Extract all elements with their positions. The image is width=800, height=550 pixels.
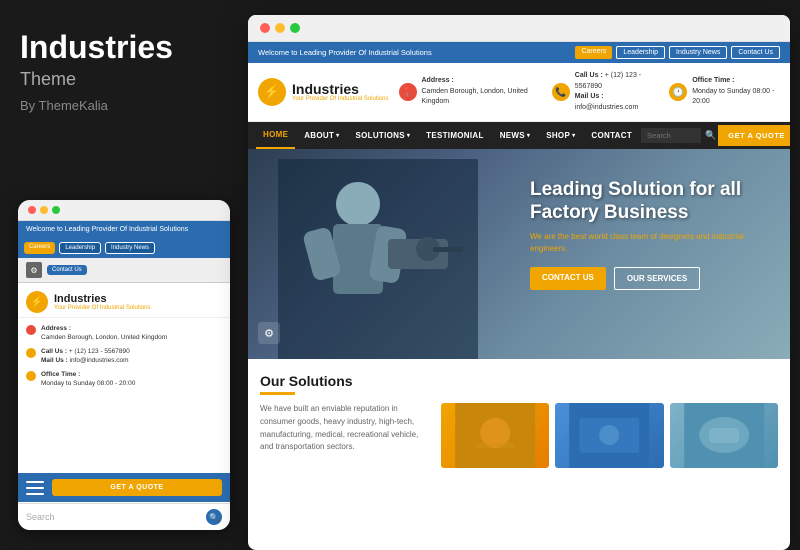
nav-contact[interactable]: CONTACT — [584, 123, 639, 148]
left-panel: Industries Theme By ThemeKalia Welcome t… — [0, 0, 248, 550]
site-topbar: Welcome to Leading Provider Of Industria… — [248, 42, 790, 63]
site-logo-icon: ⚡ — [258, 78, 286, 106]
topbar-leadership[interactable]: Leadership — [616, 46, 665, 59]
phone-icon — [26, 348, 36, 358]
nav-news[interactable]: NEWS ▾ — [493, 123, 538, 148]
site-hero: Leading Solution for all Factory Busines… — [248, 149, 790, 359]
header-location-icon: 📍 — [399, 83, 417, 101]
solutions-title: Our Solutions — [260, 373, 778, 389]
mobile-yellow-dot — [40, 206, 48, 214]
mobile-topbar: Welcome to Leading Provider Of Industria… — [18, 221, 230, 238]
mobile-time-text: Office Time : Monday to Sunday 08:00 - 2… — [41, 370, 135, 388]
mobile-time-row: Office Time : Monday to Sunday 08:00 - 2… — [26, 370, 222, 388]
mobile-logo-icon: ⚡ — [26, 291, 48, 313]
solution-image-1 — [441, 403, 549, 468]
hero-content: Leading Solution for all Factory Busines… — [530, 179, 770, 290]
header-phone-item: 📞 Call Us : + (12) 123 - 5567890 Mail Us… — [552, 71, 657, 113]
solutions-layout: We have built an enviable reputation in … — [260, 403, 778, 468]
nav-about[interactable]: ABOUT ▾ — [297, 123, 346, 148]
mobile-search-placeholder: Search — [26, 512, 55, 522]
mobile-address-text: Address : Camden Borough, London, United… — [41, 324, 167, 342]
nav-shop[interactable]: SHOP ▾ — [539, 123, 582, 148]
mobile-red-dot — [28, 206, 36, 214]
mobile-pill-industry-news[interactable]: Industry News — [105, 242, 155, 254]
mobile-nav-pills: Careers Leadership Industry News — [18, 238, 230, 258]
mobile-info-section: Address : Camden Borough, London, United… — [18, 318, 230, 400]
hero-subtitle: We are the best world class team of desi… — [530, 231, 770, 255]
desktop-traffic-lights — [248, 15, 790, 42]
mobile-mockup: Welcome to Leading Provider Of Industria… — [18, 200, 230, 530]
solution-image-3 — [670, 403, 778, 468]
hero-buttons: Contact Us Our Services — [530, 267, 770, 290]
mobile-quote-button[interactable]: GET A QUOTE — [52, 479, 222, 496]
solutions-section: Our Solutions We have built an enviable … — [248, 359, 790, 478]
mobile-logo-name: Industries — [54, 293, 151, 305]
mobile-pill-leadership[interactable]: Leadership — [59, 242, 101, 254]
site-nav: HOME ABOUT ▾ SOLUTIONS ▾ TESTIMONIAL NEW… — [248, 122, 790, 149]
mobile-address-row: Address : Camden Borough, London, United… — [26, 324, 222, 342]
nav-solutions[interactable]: SOLUTIONS ▾ — [348, 123, 417, 148]
mobile-search-bar: Search 🔍 — [18, 503, 230, 530]
mobile-call-text: Call Us : + (12) 123 - 5567890 Mail Us :… — [41, 347, 130, 365]
clock-icon — [26, 371, 36, 381]
nav-search-input[interactable] — [641, 128, 701, 143]
header-time-text: Office Time : Monday to Sunday 08:00 - 2… — [692, 76, 780, 108]
mobile-logo-tagline: Your Provider Of Industrial Solutions — [54, 305, 151, 311]
site-logo-area[interactable]: ⚡ Industries Your Provider Of Industrial… — [258, 78, 389, 106]
nav-search-icon[interactable]: 🔍 — [705, 130, 716, 141]
header-address-item: 📍 Address : Camden Borough, London, Unit… — [399, 71, 540, 113]
mobile-bottom-bar: GET A QUOTE — [18, 473, 230, 502]
site-topbar-right: Careers Leadership Industry News Contact… — [575, 46, 780, 59]
site-header: ⚡ Industries Your Provider Of Industrial… — [248, 63, 790, 122]
nav-home[interactable]: HOME — [256, 122, 295, 149]
gear-icon[interactable]: ⚙ — [26, 262, 42, 278]
theme-by: By ThemeKalia — [20, 98, 228, 113]
mobile-traffic-lights — [18, 200, 230, 221]
topbar-contact-us[interactable]: Contact Us — [731, 46, 780, 59]
hamburger-icon[interactable] — [26, 481, 44, 495]
nav-quote-button[interactable]: GET A QUOTE — [718, 125, 790, 146]
topbar-industry-news[interactable]: Industry News — [669, 46, 727, 59]
mobile-pill-careers[interactable]: Careers — [24, 242, 55, 254]
solutions-underline — [260, 392, 295, 395]
site-logo-name: Industries — [292, 82, 389, 96]
header-phone-text: Call Us : + (12) 123 - 5567890 Mail Us :… — [575, 71, 657, 113]
theme-subtitle: Theme — [20, 69, 228, 90]
header-phone-icon: 📞 — [552, 83, 570, 101]
header-clock-icon: 🕐 — [669, 83, 687, 101]
hero-title: Leading Solution for all Factory Busines… — [530, 179, 770, 225]
hero-services-button[interactable]: Our Services — [614, 267, 700, 290]
site-logo-tagline: Your Provider Of Industrial Solutions — [292, 96, 389, 102]
mobile-green-dot — [52, 206, 60, 214]
nav-testimonial[interactable]: TESTIMONIAL — [419, 123, 491, 148]
worker-illustration — [278, 159, 478, 359]
location-icon — [26, 325, 36, 335]
header-time-item: 🕐 Office Time : Monday to Sunday 08:00 -… — [669, 71, 780, 113]
desktop-panel: Welcome to Leading Provider Of Industria… — [248, 15, 790, 550]
hero-gear-icon[interactable]: ⚙ — [258, 322, 280, 344]
header-address-text: Address : Camden Borough, London, United… — [422, 76, 540, 108]
site-logo-text-area: Industries Your Provider Of Industrial S… — [292, 82, 389, 102]
mobile-search-button[interactable]: 🔍 — [206, 509, 222, 525]
mobile-contact-pill[interactable]: Contact Us — [47, 265, 87, 275]
desktop-yellow-dot — [275, 23, 285, 33]
mobile-logo-section: ⚡ Industries Your Provider Of Industrial… — [18, 283, 230, 318]
mobile-logo-text-area: Industries Your Provider Of Industrial S… — [54, 293, 151, 311]
nav-search-area: 🔍 — [641, 128, 716, 143]
topbar-careers[interactable]: Careers — [575, 46, 612, 59]
solution-image-2 — [555, 403, 663, 468]
site-topbar-text: Welcome to Leading Provider Of Industria… — [258, 48, 432, 57]
solutions-description: We have built an enviable reputation in … — [260, 403, 429, 468]
solutions-images — [441, 403, 778, 468]
site-header-info: 📍 Address : Camden Borough, London, Unit… — [399, 71, 781, 113]
desktop-green-dot — [290, 23, 300, 33]
desktop-red-dot — [260, 23, 270, 33]
mobile-call-row: Call Us : + (12) 123 - 5567890 Mail Us :… — [26, 347, 222, 365]
theme-title: Industries — [20, 30, 228, 65]
hero-contact-button[interactable]: Contact Us — [530, 267, 606, 290]
mobile-settings-bar: ⚙ Contact Us — [18, 258, 230, 283]
